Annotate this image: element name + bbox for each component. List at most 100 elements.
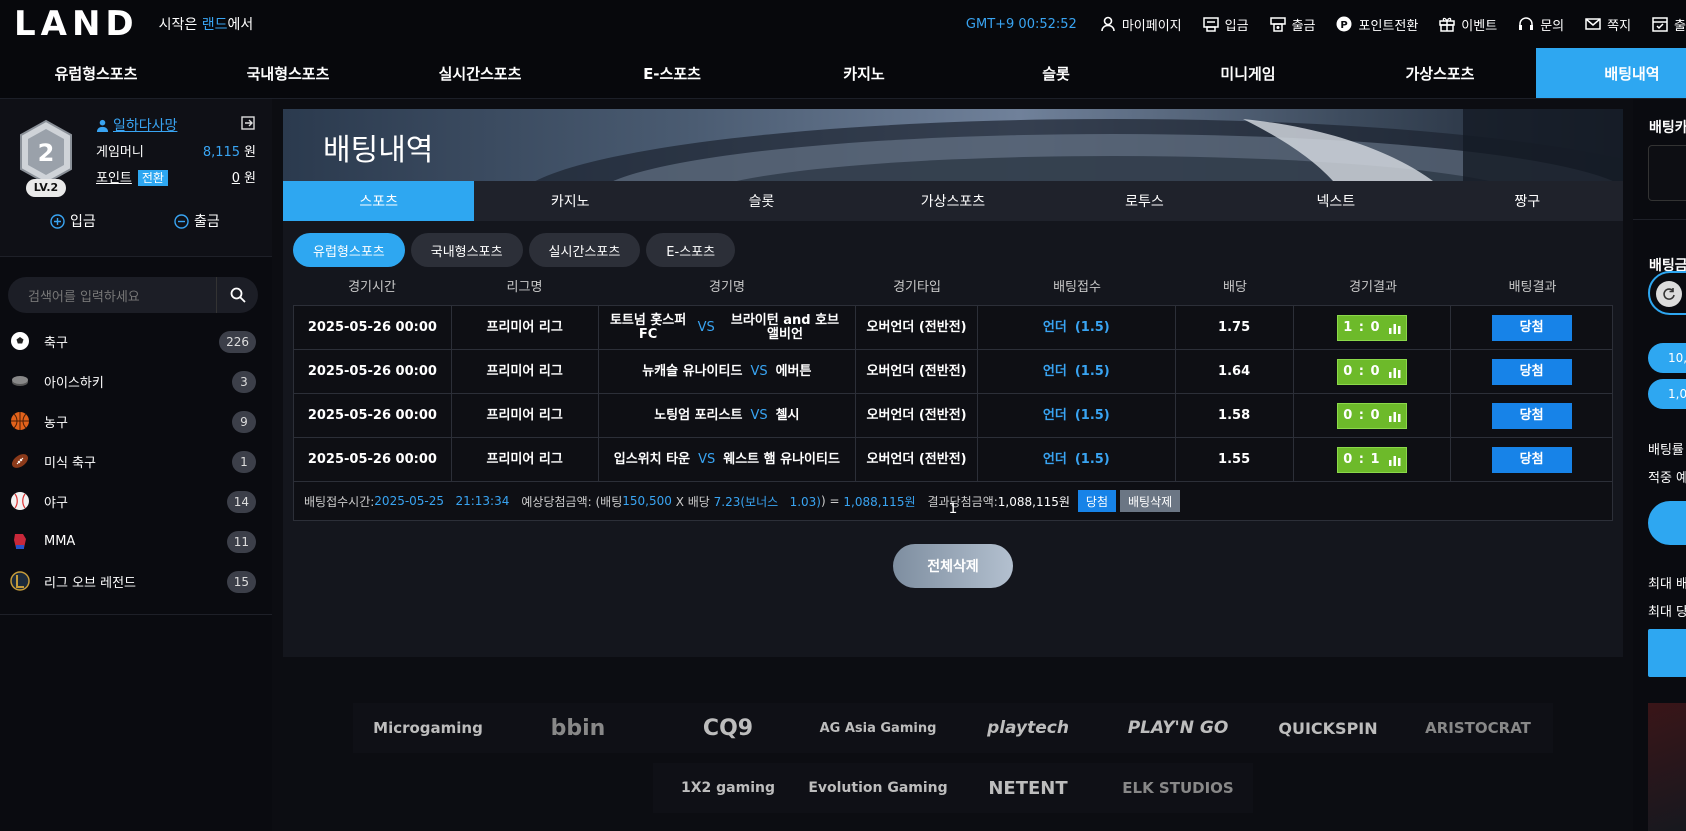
sidebar-deposit-button[interactable]: 입금: [50, 211, 96, 231]
place-bet-button[interactable]: [1648, 501, 1686, 545]
search-button[interactable]: [216, 277, 258, 313]
plus-circle-icon: [50, 213, 65, 229]
sport-item-american-football[interactable]: 미식 축구 1: [0, 441, 272, 481]
attendance-label: 출: [1674, 18, 1686, 34]
provider-microgaming[interactable]: Microgaming: [353, 719, 503, 737]
nav-bet-history[interactable]: 배팅내역: [1536, 48, 1686, 98]
mypage-label: 마이페이지: [1121, 18, 1182, 34]
sport-item-baseball[interactable]: 야구 14: [0, 481, 272, 521]
point-label[interactable]: 포인트: [96, 171, 132, 186]
tab-jjanggu[interactable]: 짱구: [1432, 181, 1623, 221]
tab-sports[interactable]: 스포츠: [283, 181, 475, 221]
top-links: GMT+9 00:52:52 마이페이지 입금 출금 P 포인트전환 이벤트 문…: [966, 0, 1686, 48]
site-logo[interactable]: LAND: [14, 4, 139, 44]
provider-elk[interactable]: ELK STUDIOS: [1103, 779, 1253, 797]
home-team: 입스위치 타운: [613, 451, 691, 467]
tab-slot[interactable]: 슬롯: [666, 181, 857, 221]
nav-european-sports[interactable]: 유럽형스포츠: [0, 48, 192, 98]
provider-1x2[interactable]: 1X2 gaming: [653, 780, 803, 796]
table-row: 2025-05-26 00:00 프리미어 리그 입스위치 타운 VS 웨스트 햄 …: [294, 437, 1612, 482]
pagination-page[interactable]: 1: [283, 501, 1623, 517]
point-value: 0: [231, 171, 241, 186]
provider-playngo[interactable]: PLAY'N GO: [1103, 718, 1253, 738]
nav-minigame[interactable]: 미니게임: [1152, 48, 1344, 98]
tab-next[interactable]: 넥스트: [1240, 181, 1431, 221]
sidebar-withdraw-button[interactable]: 출금: [174, 211, 220, 231]
home-team: 노팅엄 포리스트: [654, 407, 743, 423]
subtab-european[interactable]: 유럽형스포츠: [293, 233, 405, 267]
betslip-title: 배팅카: [1649, 120, 1686, 136]
level-number: 2: [38, 139, 55, 167]
attendance-link[interactable]: 출: [1651, 15, 1686, 34]
tab-virtual-sports[interactable]: 가상스포츠: [857, 181, 1048, 221]
point-swap-button[interactable]: 전환: [137, 170, 168, 186]
amount-10000-button[interactable]: 10,: [1648, 343, 1686, 373]
sport-item-mma[interactable]: MMA 11: [0, 521, 272, 561]
score-badge[interactable]: 0 : 0: [1336, 358, 1407, 385]
bet-table: 2025-05-26 00:00 프리미어 리그 토트넘 홋스퍼 FC VS 브라이…: [293, 305, 1613, 521]
nav-esports[interactable]: E-스포츠: [576, 48, 768, 98]
score-badge[interactable]: 0 : 1: [1336, 446, 1407, 473]
provider-playtech[interactable]: playtech: [953, 718, 1103, 738]
point-convert-link[interactable]: P 포인트전환: [1335, 15, 1418, 34]
nav-live-sports[interactable]: 실시간스포츠: [384, 48, 576, 98]
subtab-live[interactable]: 실시간스포츠: [528, 233, 641, 267]
vs-label: VS: [698, 451, 716, 467]
side-promo-image[interactable]: [1648, 703, 1686, 831]
sport-count: 11: [226, 531, 256, 553]
score-badge[interactable]: 1 : 0: [1336, 314, 1407, 341]
inquiry-link[interactable]: 문의: [1517, 15, 1564, 34]
side-banner-button[interactable]: [1648, 629, 1686, 677]
subtab-esports[interactable]: E-스포츠: [646, 233, 736, 267]
delete-all-button[interactable]: 전체삭제: [893, 544, 1013, 588]
nav-virtual-sports[interactable]: 가상스포츠: [1344, 48, 1536, 98]
cell-pick: 언더 (1.5): [978, 437, 1176, 482]
search-input[interactable]: 검색어를 입력하세요: [8, 277, 258, 313]
cell-score: 0 : 0: [1294, 349, 1452, 394]
tab-casino[interactable]: 카지노: [474, 181, 665, 221]
withdraw-link[interactable]: 출금: [1269, 15, 1315, 34]
nav-casino[interactable]: 카지노: [768, 48, 960, 98]
event-link[interactable]: 이벤트: [1438, 15, 1497, 34]
tab-lotus[interactable]: 로투스: [1049, 181, 1240, 221]
nav-slot[interactable]: 슬롯: [960, 48, 1152, 98]
sport-item-icehockey[interactable]: 아이스하키 3: [0, 361, 272, 401]
provider-netent[interactable]: NETENT: [953, 778, 1103, 799]
col-pick: 배팅접수: [1053, 279, 1101, 295]
provider-cq9[interactable]: CQ9: [653, 716, 803, 741]
sport-item-basketball[interactable]: 농구 9: [0, 401, 272, 441]
pick-line: (1.5): [1074, 451, 1110, 467]
sport-item-lol[interactable]: 리그 오브 레전드 15: [0, 561, 272, 601]
provider-bbin[interactable]: bbin: [503, 716, 653, 741]
pick: 언더: [1042, 451, 1067, 467]
provider-evolution[interactable]: Evolution Gaming: [803, 780, 953, 796]
cell-match: 토트넘 홋스퍼 FC VS 브라이턴 and 호브 앨비언: [599, 305, 857, 350]
mypage-link[interactable]: 마이페이지: [1099, 15, 1182, 34]
username[interactable]: 일하다사망: [96, 115, 177, 135]
provider-quickspin[interactable]: QUICKSPIN: [1253, 719, 1403, 738]
cell-league: 프리미어 리그: [452, 393, 599, 438]
cell-type: 오버언더 (전반전): [856, 437, 978, 482]
deposit-link[interactable]: 입금: [1202, 15, 1249, 34]
cell-odds: 1.58: [1176, 393, 1294, 438]
result-badge: 당첨: [1491, 446, 1572, 473]
score-text: 0 : 0: [1343, 407, 1381, 423]
sport-name: 야구: [44, 495, 68, 511]
logout-icon[interactable]: [240, 115, 256, 131]
provider-ag[interactable]: AG Asia Gaming: [803, 721, 953, 736]
provider-aristocrat[interactable]: ARISTOCRAT: [1403, 719, 1553, 737]
nav-domestic-sports[interactable]: 국내형스포츠: [192, 48, 384, 98]
max-win-label: 최대 당: [1648, 605, 1686, 620]
sport-item-soccer[interactable]: 축구 226: [0, 321, 272, 361]
subtab-domestic[interactable]: 국내형스포츠: [410, 233, 523, 267]
away-team: 웨스트 햄 유나이티드: [723, 451, 840, 467]
sport-name: MMA: [44, 533, 76, 549]
score-badge[interactable]: 0 : 0: [1336, 402, 1407, 429]
slogan-post: 에서: [227, 17, 254, 33]
divider: [1633, 219, 1686, 220]
message-link[interactable]: 쪽지: [1584, 15, 1631, 34]
col-type: 경기타입: [893, 279, 941, 295]
amount-1000000-button[interactable]: 1,00: [1648, 379, 1686, 409]
reset-button[interactable]: [1656, 281, 1682, 307]
sport-name: 아이스하키: [44, 375, 104, 391]
